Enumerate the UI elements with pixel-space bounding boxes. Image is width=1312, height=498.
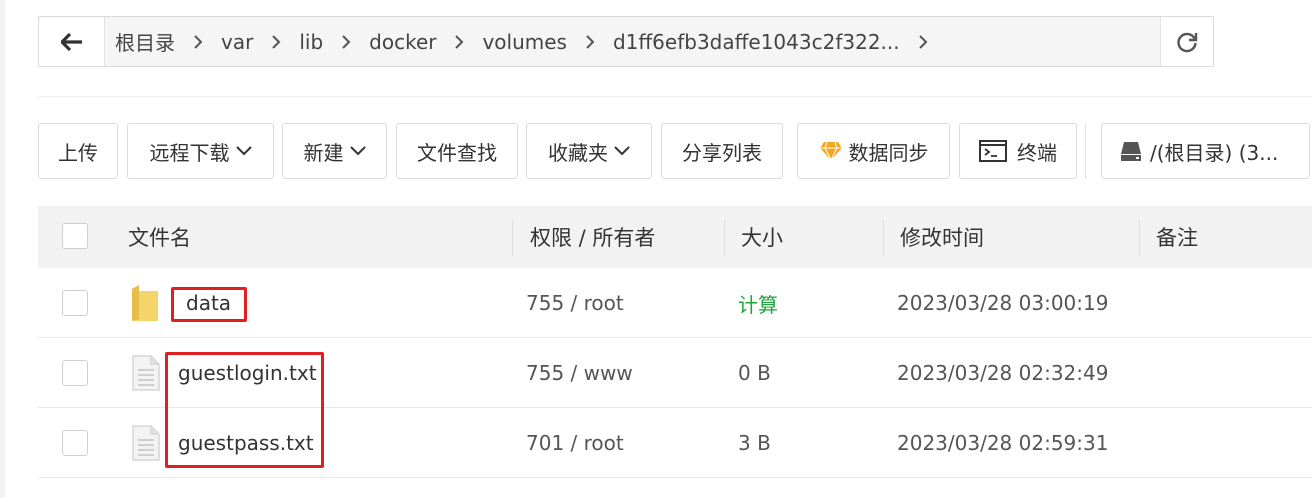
new-button[interactable]: 新建 — [282, 123, 387, 179]
breadcrumb: 根目录 var lib docker volumes d1ff6efb3daff… — [105, 17, 1161, 66]
upload-label: 上传 — [58, 140, 98, 165]
breadcrumb-item-volume-id[interactable]: d1ff6efb3daffe1043c2f322... — [603, 30, 900, 54]
size-cell: 0 B — [738, 361, 771, 385]
column-header-permission[interactable]: 权限 / 所有者 — [530, 206, 655, 268]
new-label: 新建 — [303, 140, 344, 165]
breadcrumb-item-volumes[interactable]: volumes — [472, 30, 567, 54]
back-arrow-icon — [60, 32, 82, 51]
diamond-icon — [819, 141, 842, 161]
chevron-down-icon — [349, 146, 366, 156]
column-separator — [883, 220, 884, 256]
file-icon — [132, 408, 160, 478]
column-header-name[interactable]: 文件名 — [128, 206, 191, 268]
favorites-label: 收藏夹 — [548, 140, 608, 165]
chevron-right-icon — [436, 34, 472, 50]
disk-label: /(根目录) (3... — [1150, 140, 1279, 165]
share-list-button[interactable]: 分享列表 — [661, 123, 783, 179]
left-edge — [0, 0, 5, 498]
chevron-down-icon — [614, 146, 630, 156]
table-header: 文件名 权限 / 所有者 大小 修改时间 备注 — [38, 206, 1312, 268]
breadcrumb-item-lib[interactable]: lib — [289, 30, 323, 54]
data-sync-button[interactable]: 数据同步 — [797, 123, 950, 179]
terminal-label: 终端 — [1017, 140, 1057, 165]
calculate-size-link[interactable]: 计算 — [738, 268, 778, 338]
breadcrumb-item-var[interactable]: var — [211, 30, 253, 54]
chevron-down-icon — [235, 146, 252, 156]
row-checkbox[interactable] — [62, 290, 88, 316]
refresh-icon — [1177, 32, 1198, 52]
permission-cell[interactable]: 755 / www — [526, 338, 633, 408]
column-separator — [724, 220, 725, 256]
divider — [38, 96, 1312, 97]
favorites-button[interactable]: 收藏夹 — [526, 123, 652, 179]
remote-download-label: 远程下载 — [149, 140, 230, 165]
file-search-button[interactable]: 文件查找 — [396, 123, 518, 179]
data-sync-label: 数据同步 — [848, 140, 929, 165]
remote-download-button[interactable]: 远程下载 — [127, 123, 274, 179]
chevron-right-icon — [175, 34, 211, 50]
toolbar-separator — [1085, 123, 1086, 179]
refresh-button[interactable] — [1160, 17, 1213, 66]
column-header-mtime[interactable]: 修改时间 — [900, 206, 984, 268]
row-checkbox[interactable] — [62, 360, 88, 386]
chevron-right-icon — [900, 34, 936, 50]
chevron-right-icon — [253, 34, 289, 50]
highlight-box-data — [171, 287, 247, 322]
back-button[interactable] — [39, 17, 105, 66]
column-separator — [1139, 220, 1140, 256]
select-all-checkbox[interactable] — [62, 223, 88, 249]
permission-cell[interactable]: 701 / root — [526, 408, 624, 478]
mtime-cell: 2023/03/28 03:00:19 — [897, 291, 1109, 315]
column-header-remark: 备注 — [1156, 226, 1198, 250]
chevron-right-icon — [323, 34, 359, 50]
mtime-cell: 2023/03/28 02:32:49 — [897, 361, 1109, 385]
disk-icon — [1121, 142, 1141, 161]
breadcrumb-item-root[interactable]: 根目录 — [105, 27, 175, 56]
size-cell: 3 B — [738, 431, 771, 455]
folder-icon — [130, 268, 160, 338]
mtime-cell: 2023/03/28 02:59:31 — [897, 431, 1109, 455]
column-header-size[interactable]: 大小 — [741, 206, 783, 268]
chevron-right-icon — [567, 34, 603, 50]
row-checkbox[interactable] — [62, 430, 88, 456]
breadcrumb-item-docker[interactable]: docker — [359, 30, 436, 54]
permission-cell[interactable]: 755 / root — [526, 268, 624, 338]
column-separator — [512, 220, 513, 256]
terminal-button[interactable]: 终端 — [959, 123, 1077, 179]
highlight-box-txt-files — [165, 352, 324, 468]
terminal-icon — [979, 140, 1007, 162]
share-list-label: 分享列表 — [682, 140, 762, 165]
file-icon — [132, 338, 160, 408]
upload-button[interactable]: 上传 — [38, 123, 118, 179]
file-search-label: 文件查找 — [417, 140, 497, 165]
path-bar: 根目录 var lib docker volumes d1ff6efb3daff… — [38, 16, 1214, 67]
disk-button[interactable]: /(根目录) (3... — [1101, 123, 1310, 179]
